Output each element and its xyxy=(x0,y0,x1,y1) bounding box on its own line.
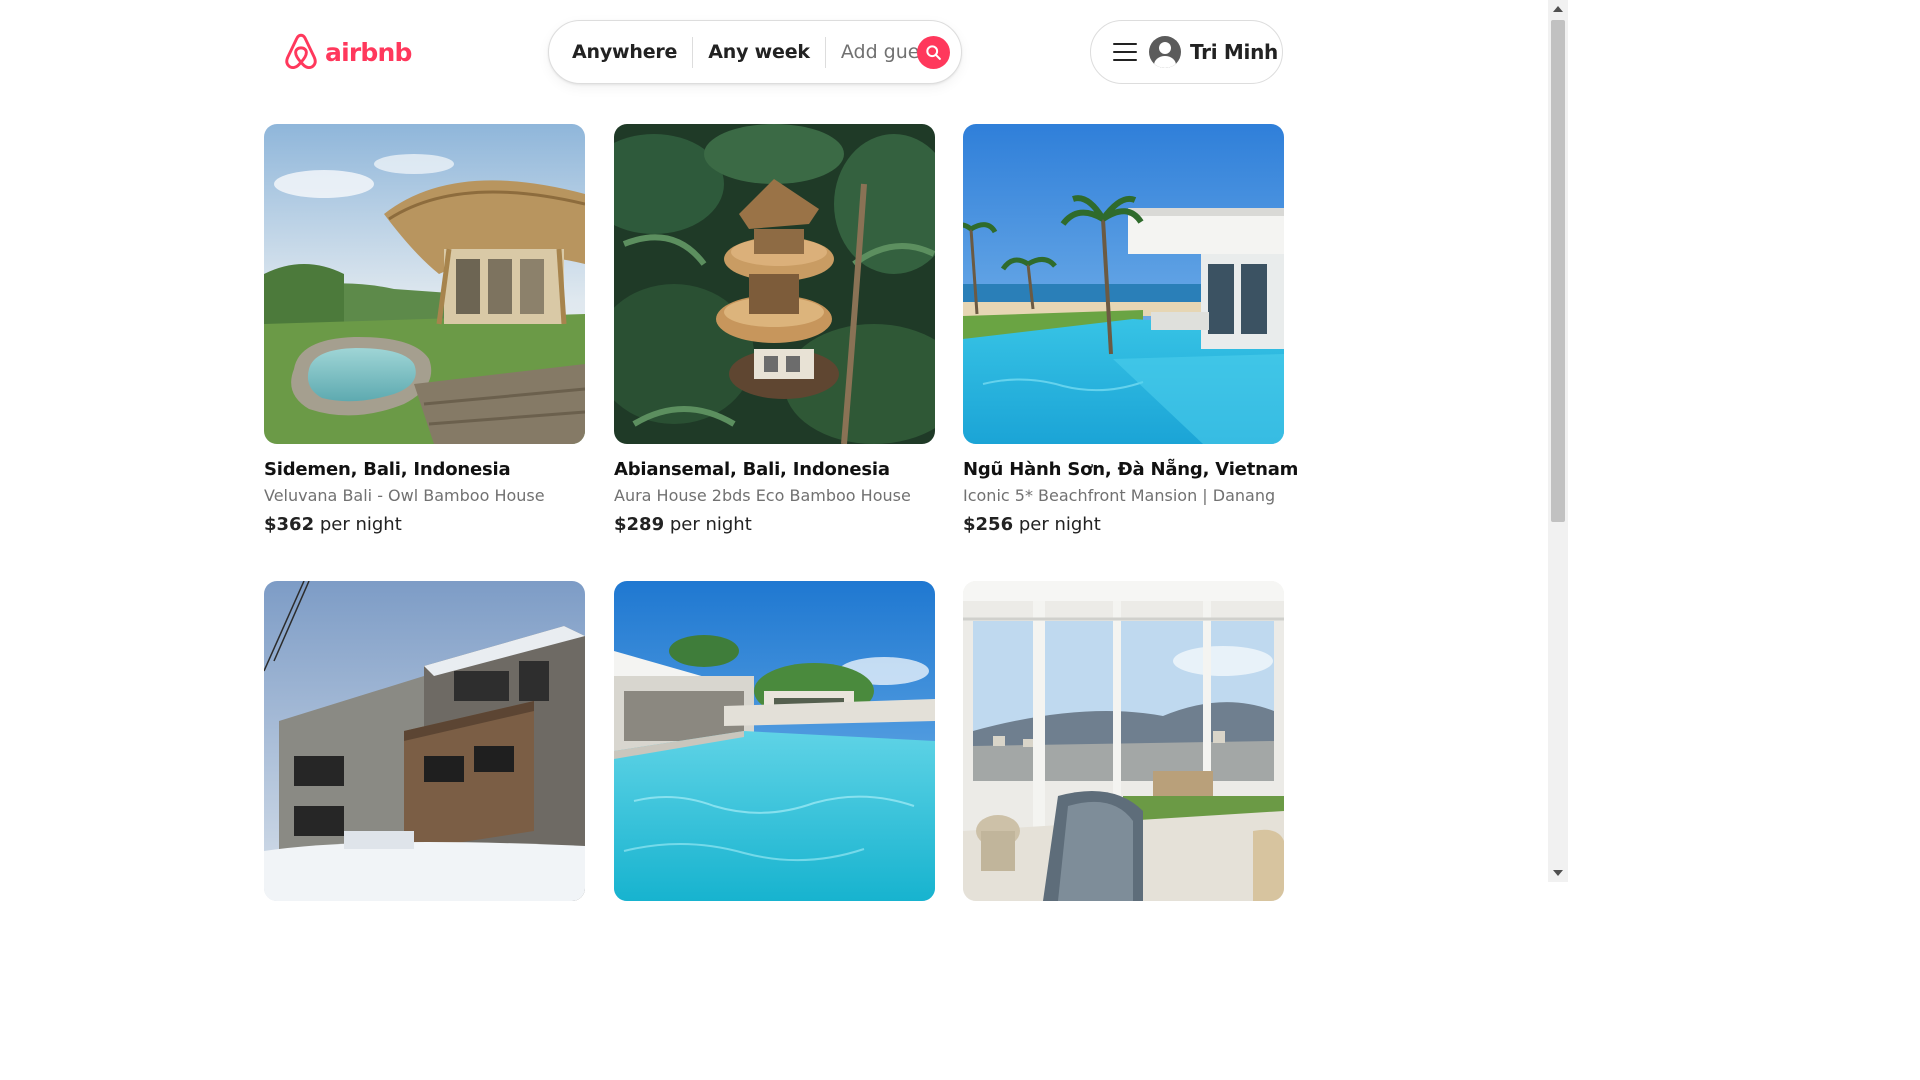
listing-price: $256 per night xyxy=(963,514,1284,535)
listing-location: Sidemen, Bali, Indonesia xyxy=(264,459,511,480)
listing-card[interactable]: Sidemen, Bali, Indonesia Veluvana Bali -… xyxy=(264,124,585,535)
listing-card[interactable] xyxy=(963,581,1284,901)
listing-title: Iconic 5* Beachfront Mansion | Danang xyxy=(963,486,1276,505)
listing-price: $362 per night xyxy=(264,514,585,535)
listing-location: Ngũ Hành Sơn, Đà Nẵng, Vietnam xyxy=(963,459,1299,480)
airbnb-logo-icon xyxy=(285,33,317,70)
user-avatar-icon xyxy=(1149,36,1181,68)
price-unit: per night xyxy=(319,514,402,535)
price-amount: $289 xyxy=(614,514,665,535)
price-unit: per night xyxy=(669,514,752,535)
airbnb-logo[interactable]: airbnb xyxy=(283,33,412,71)
user-name: Tri Minh xyxy=(1190,40,1278,64)
listing-photo[interactable] xyxy=(264,124,585,444)
listing-photo[interactable] xyxy=(614,124,935,444)
page-scrollbar[interactable] xyxy=(1548,0,1568,882)
listing-card[interactable] xyxy=(264,581,585,901)
listing-card[interactable] xyxy=(614,581,935,901)
listing-photo[interactable] xyxy=(264,581,585,901)
price-amount: $256 xyxy=(963,514,1014,535)
listing-title: Veluvana Bali - Owl Bamboo House xyxy=(264,486,545,505)
listing-card[interactable]: Ngũ Hành Sơn, Đà Nẵng, Vietnam Iconic 5*… xyxy=(963,124,1299,535)
search-dates[interactable]: Any week xyxy=(708,41,810,63)
listing-photo[interactable] xyxy=(963,124,1284,444)
listing-photo[interactable] xyxy=(963,581,1284,901)
scroll-thumb[interactable] xyxy=(1551,20,1565,522)
listing-card[interactable]: Abiansemal, Bali, Indonesia Aura House 2… xyxy=(614,124,935,535)
listing-price: $289 per night xyxy=(614,514,935,535)
search-bar[interactable]: Anywhere Any week Add guests xyxy=(548,20,962,84)
search-location[interactable]: Anywhere xyxy=(572,41,677,63)
search-button[interactable] xyxy=(917,36,950,69)
search-divider xyxy=(824,36,826,68)
price-amount: $362 xyxy=(264,514,315,535)
scroll-down-icon[interactable] xyxy=(1553,870,1563,876)
user-menu-button[interactable]: Tri Minh xyxy=(1090,20,1283,84)
price-unit: per night xyxy=(1018,514,1101,535)
listing-photo[interactable] xyxy=(614,581,935,901)
scroll-up-icon[interactable] xyxy=(1553,6,1563,12)
search-divider xyxy=(692,36,694,68)
listing-location: Abiansemal, Bali, Indonesia xyxy=(614,459,890,480)
search-icon xyxy=(926,45,941,60)
hamburger-menu-icon xyxy=(1113,43,1137,61)
brand-name: airbnb xyxy=(325,37,412,67)
listing-title: Aura House 2bds Eco Bamboo House xyxy=(614,486,911,505)
